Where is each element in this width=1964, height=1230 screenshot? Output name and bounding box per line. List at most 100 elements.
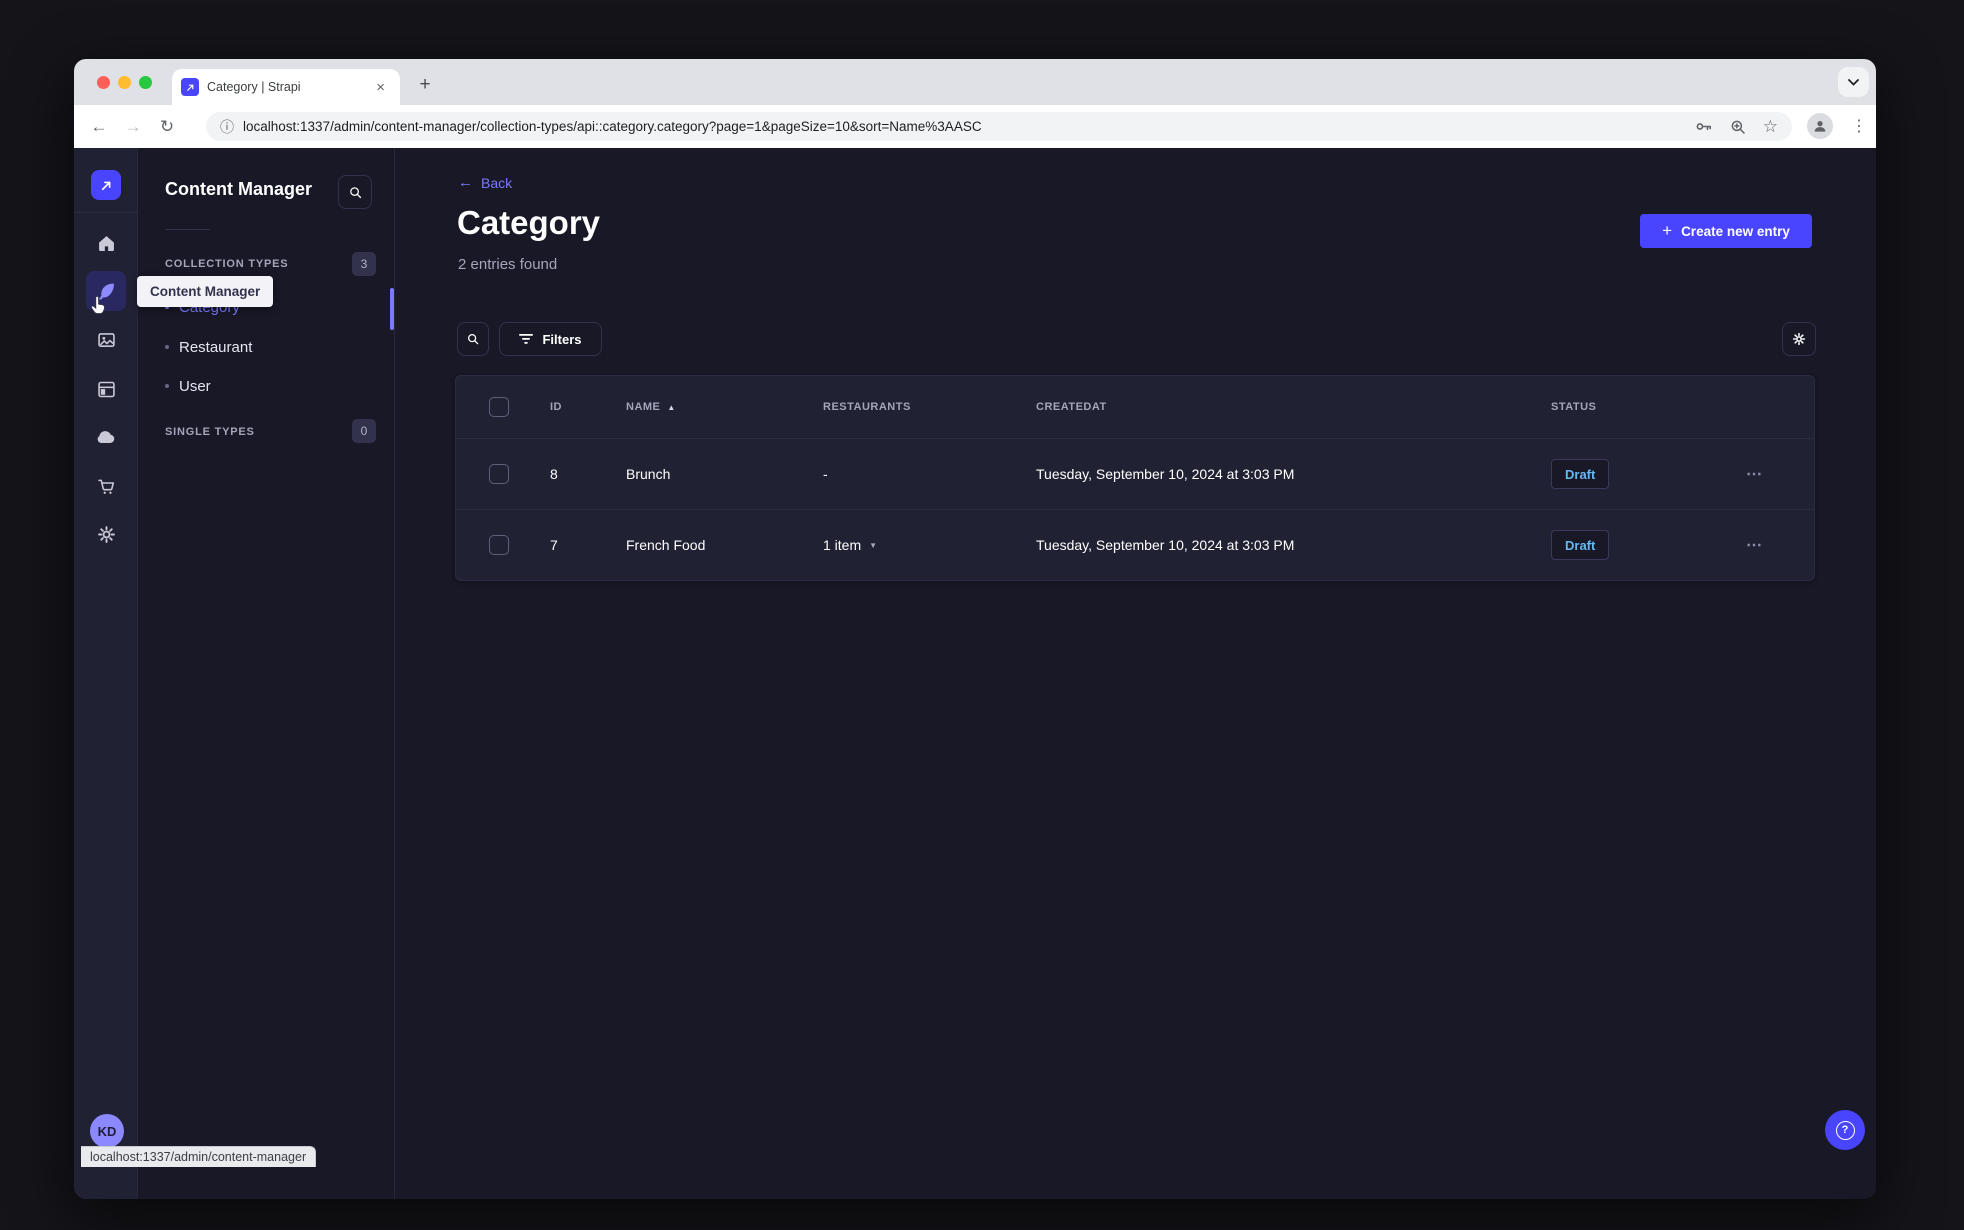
help-button[interactable]: ? [1825,1110,1865,1150]
main-content: ← Back Category 2 entries found + Create… [395,148,1876,1199]
table-header-row: ID NAME ▲ RESTAURANTS CREATEDAT STATUS [456,376,1814,438]
cell-name: French Food [626,537,706,553]
status-badge: Draft [1551,530,1610,560]
status-badge: Draft [1551,459,1610,489]
cell-id: 7 [550,537,558,553]
url-text[interactable]: localhost:1337/admin/content-manager/col… [243,119,1682,134]
entries-table: ID NAME ▲ RESTAURANTS CREATEDAT STATUS 8 … [455,375,1815,581]
table-row[interactable]: 8 Brunch - Tuesday, September 10, 2024 a… [456,438,1814,509]
browser-tab[interactable]: Category | Strapi × [172,69,400,105]
sort-asc-icon: ▲ [667,402,676,412]
hand-cursor [88,294,110,316]
active-item-indicator [390,288,394,330]
media-library-icon [97,332,115,347]
cell-restaurants[interactable]: 1 item ▼ [823,537,1036,553]
back-label: Back [481,174,513,191]
strapi-app: KD Content Manager COLLECTION TYPES 3 Ca… [74,148,1876,1199]
create-new-entry-button[interactable]: + Create new entry [1640,214,1812,248]
status-bar-link: localhost:1337/admin/content-manager [81,1146,317,1167]
collection-types-label: COLLECTION TYPES [165,258,289,270]
single-types-count-badge: 0 [352,419,376,443]
browser-toolbar: ← → ↻ ⓘ localhost:1337/admin/content-man… [74,105,1876,148]
caret-down-icon: ▼ [869,540,878,550]
tab-strip: Category | Strapi × + [74,59,1876,105]
browser-forward-button[interactable]: → [116,110,150,144]
subnav-title: Content Manager [165,179,313,199]
shopping-cart-icon [97,479,114,494]
row-actions-menu[interactable]: ⋯ [1746,464,1763,484]
cell-name: Brunch [626,466,671,482]
subnav-item-restaurant[interactable]: Restaurant [165,333,252,361]
bullet-icon [165,345,169,349]
table-row[interactable]: 7 French Food 1 item ▼ Tuesday, September… [456,509,1814,580]
minimize-window-button[interactable] [118,76,131,89]
nav-media-library-button[interactable] [86,320,126,360]
address-bar[interactable]: ⓘ localhost:1337/admin/content-manager/c… [206,112,1792,141]
password-manager-icon[interactable] [1694,117,1713,136]
sidebar-divider [74,212,138,213]
zoom-page-icon[interactable] [1729,118,1747,136]
header-id[interactable]: ID [550,401,626,413]
strapi-arrow-icon [101,181,110,190]
nav-home-button[interactable] [86,223,126,263]
header-name[interactable]: NAME ▲ [626,401,823,413]
create-button-label: Create new entry [1681,223,1790,239]
content-manager-tooltip: Content Manager [137,276,274,307]
row-checkbox[interactable] [489,464,509,484]
cloud-icon [97,431,115,443]
cell-createdat: Tuesday, September 10, 2024 at 3:03 PM [1036,537,1295,553]
gear-icon [1792,332,1806,346]
arrow-left-icon: ← [458,174,473,191]
close-tab-icon[interactable]: × [373,79,388,96]
search-icon [467,333,479,345]
content-type-builder-icon [97,381,115,397]
nav-settings-button[interactable] [86,514,126,554]
user-avatar[interactable]: KD [90,1114,124,1148]
subnav-item-user[interactable]: User [165,372,211,400]
browser-window: Category | Strapi × + ← → ↻ ⓘ localhost:… [74,59,1876,1199]
back-link[interactable]: ← Back [458,174,512,191]
nav-deploy-button[interactable] [86,417,126,457]
plus-icon: + [1662,221,1673,240]
tab-search-button[interactable] [1838,67,1869,97]
nav-content-type-builder-button[interactable] [86,369,126,409]
view-settings-button[interactable] [1782,322,1816,356]
browser-menu-icon[interactable]: ⋮ [1846,113,1872,139]
filter-icon [519,334,534,344]
question-mark-icon: ? [1835,1120,1855,1140]
header-createdat[interactable]: CREATEDAT [1036,401,1551,413]
new-tab-button[interactable]: + [410,70,440,100]
site-info-icon[interactable]: ⓘ [220,117,234,137]
select-all-checkbox[interactable] [489,397,509,417]
strapi-favicon-icon [181,78,199,96]
nav-marketplace-button[interactable] [86,466,126,506]
tab-title: Category | Strapi [207,80,301,94]
strapi-logo[interactable] [91,170,121,200]
browser-reload-button[interactable]: ↻ [150,110,184,144]
gear-icon [97,525,115,543]
filters-button[interactable]: Filters [499,322,602,356]
header-restaurants[interactable]: RESTAURANTS [823,401,1036,413]
cell-id: 8 [550,466,558,482]
subnav-search-button[interactable] [338,175,372,209]
page-title: Category [457,204,601,241]
subnav-item-label: User [179,377,211,395]
entries-count: 2 entries found [458,256,558,273]
row-checkbox[interactable] [489,535,509,555]
row-actions-menu[interactable]: ⋯ [1746,535,1763,555]
close-window-button[interactable] [97,76,110,89]
browser-back-button[interactable]: ← [82,110,116,144]
browser-profile-avatar[interactable] [1807,113,1833,139]
filters-label: Filters [542,331,582,347]
maximize-window-button[interactable] [139,76,152,89]
bullet-icon [165,384,169,388]
bookmark-star-icon[interactable]: ☆ [1763,117,1778,137]
subnav-divider [165,229,210,230]
search-icon [349,186,361,198]
cell-restaurants: - [823,466,828,482]
home-icon [98,235,114,251]
collection-types-count-badge: 3 [352,252,376,276]
subnav-item-label: Restaurant [179,338,253,356]
header-status[interactable]: STATUS [1551,401,1746,413]
list-search-button[interactable] [457,322,489,356]
